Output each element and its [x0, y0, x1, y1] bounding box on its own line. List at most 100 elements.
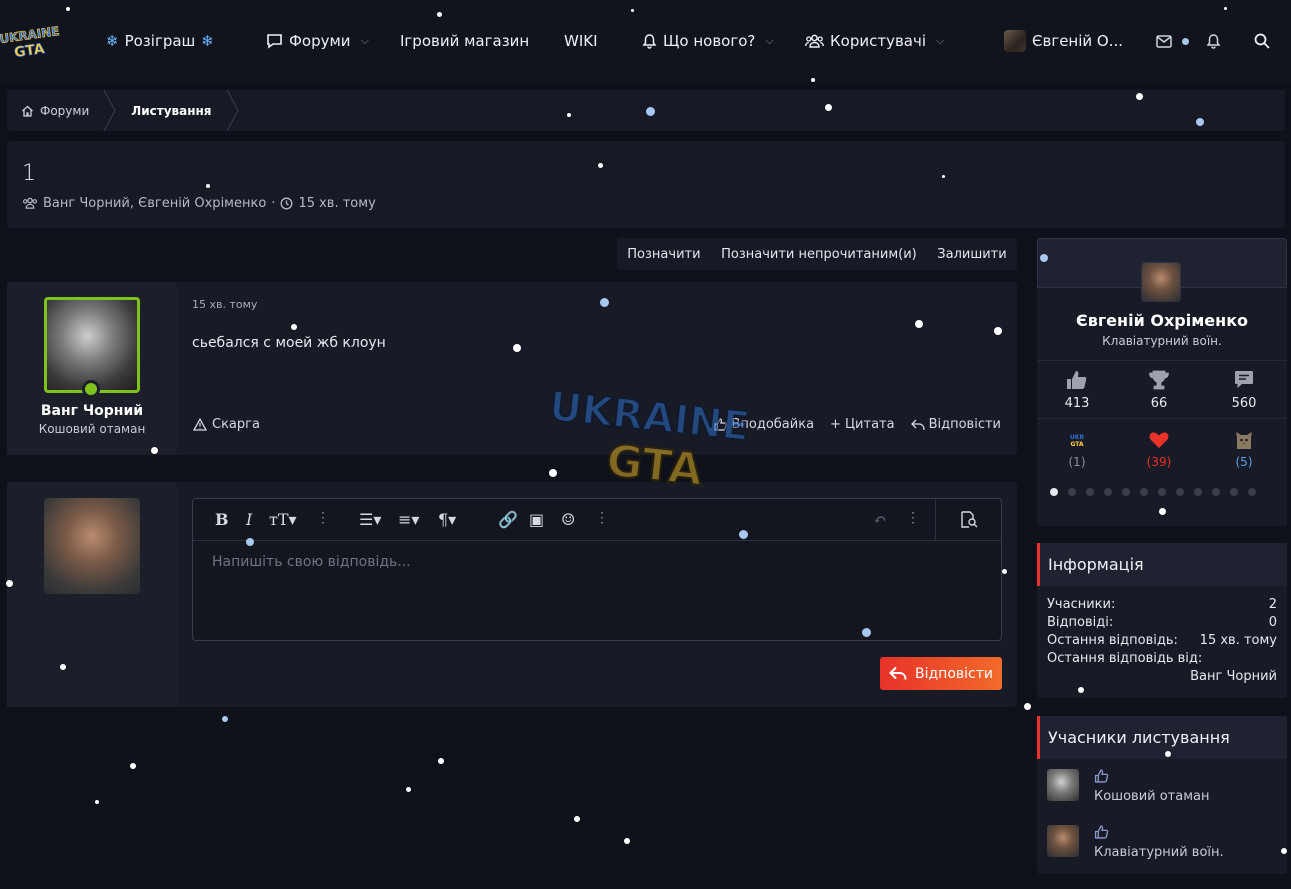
nav-shop[interactable]: Ігровий магазин	[400, 31, 529, 51]
avatar[interactable]	[44, 498, 140, 594]
submit-reply-button[interactable]: Відповісти	[880, 657, 1002, 690]
member-card: Євгеній Охріменко Клавіатурний воїн. 413…	[1037, 238, 1287, 526]
paragraph-icon[interactable]: ¶▾	[438, 510, 456, 529]
reply-textarea[interactable]: Напишіть свою відповідь...	[212, 554, 411, 570]
carousel-dot[interactable]	[1248, 488, 1256, 496]
profile-name[interactable]: Євгеній Охріменко	[1037, 311, 1287, 330]
users-icon	[805, 34, 824, 48]
avatar[interactable]	[44, 297, 140, 393]
account-menu[interactable]: Євгеній О...	[1004, 30, 1123, 52]
nav-forums[interactable]: Форуми ⌵	[266, 31, 369, 51]
like-label: Вподобайка	[731, 417, 815, 432]
avatar[interactable]	[1141, 262, 1181, 302]
alerts-button[interactable]	[1203, 31, 1223, 51]
info-value: 0	[1268, 615, 1277, 630]
carousel-dot[interactable]	[1140, 488, 1148, 496]
snowflake-particle	[222, 716, 228, 722]
message-icon	[1214, 370, 1274, 392]
info-label: Учасники:	[1047, 597, 1116, 612]
stat-trophies-value: 66	[1150, 396, 1168, 411]
info-heading: Інформація	[1037, 543, 1287, 586]
link-icon[interactable]: 🔗	[498, 510, 518, 529]
cat-reaction-icon	[1214, 431, 1274, 451]
font-size-icon[interactable]: тT▾	[269, 510, 297, 529]
mark-button[interactable]: Позначити	[627, 247, 700, 262]
info-row: Ванг Чорний	[1047, 669, 1277, 684]
svg-text:GTA: GTA	[13, 41, 46, 61]
snowflake-particle	[624, 838, 630, 844]
carousel-dot[interactable]	[1212, 488, 1220, 496]
leave-button[interactable]: Залишити	[937, 247, 1006, 262]
nav-giveaway-label: Розіграш	[124, 32, 196, 50]
reaction-heart-count: (39)	[1146, 455, 1172, 469]
undo-icon[interactable]: ↶	[873, 510, 886, 529]
reaction-ukraine-gta[interactable]: UKR GTA (1)	[1047, 431, 1107, 469]
list-icon[interactable]: ☰▾	[359, 510, 381, 529]
mark-unread-button[interactable]: Позначити непрочитаним(и)	[721, 247, 917, 262]
submit-reply-label: Відповісти	[915, 665, 993, 682]
reaction-cat[interactable]: (5)	[1214, 431, 1274, 469]
carousel-dot[interactable]	[1050, 488, 1058, 496]
top-navigation: UKRAINE GTA ❄ Розіграш ❄ Форуми ⌵ Ігрови…	[0, 0, 1291, 82]
nav-giveaway[interactable]: ❄ Розіграш ❄	[106, 31, 214, 51]
carousel-dot[interactable]	[1230, 488, 1238, 496]
carousel-dot[interactable]	[1194, 488, 1202, 496]
carousel-dot[interactable]	[1122, 488, 1130, 496]
info-row: Відповіді: 0	[1047, 615, 1277, 630]
info-label: Остання відповідь:	[1047, 633, 1178, 648]
image-icon[interactable]: ▣	[529, 510, 544, 529]
conversation-actions: Позначити Позначити непрочитаним(и) Зали…	[617, 238, 1017, 270]
quote-button[interactable]: + Цитата	[830, 417, 895, 432]
carousel-dot[interactable]	[1176, 488, 1184, 496]
list-item[interactable]: Кошовий отаман	[1047, 769, 1282, 804]
like-button[interactable]: Вподобайка	[714, 417, 814, 432]
bell-icon	[1206, 34, 1220, 49]
breadcrumb-home-label: Форуми	[40, 103, 90, 118]
align-icon[interactable]: ≡▾	[398, 510, 419, 529]
snowflake-particle	[549, 469, 557, 477]
thumbs-up-icon	[1094, 825, 1109, 839]
nav-shop-label: Ігровий магазин	[400, 32, 530, 50]
inbox-button[interactable]	[1154, 31, 1174, 51]
avatar[interactable]	[1047, 825, 1079, 857]
clock-icon	[280, 197, 293, 210]
carousel-dot[interactable]	[1068, 488, 1076, 496]
italic-icon[interactable]: I	[246, 510, 252, 529]
nav-users[interactable]: Користувачі ⌵	[805, 31, 944, 51]
reply-button[interactable]: Відповісти	[910, 417, 1001, 432]
quote-label: Цитата	[844, 417, 895, 432]
carousel-dot[interactable]	[1086, 488, 1094, 496]
list-item[interactable]: Клавіатурний воїн.	[1047, 825, 1282, 860]
search-icon	[1254, 33, 1270, 49]
message-body: сьебался с моей жб клоун	[192, 335, 386, 351]
bold-icon[interactable]: B	[215, 510, 229, 529]
preview-button[interactable]	[935, 499, 1001, 540]
thread-participants[interactable]: Ванг Чорний, Євгеній Охріменко	[43, 196, 266, 211]
participant-title: Клавіатурний воїн.	[1094, 845, 1224, 860]
report-button[interactable]: Скарга	[193, 417, 260, 432]
message-username[interactable]: Ванг Чорний	[7, 403, 177, 419]
site-logo[interactable]: UKRAINE GTA	[0, 22, 61, 64]
reaction-ukraine-gta-count: (1)	[1068, 455, 1086, 469]
message-time[interactable]: 15 хв. тому	[192, 298, 257, 311]
info-row: Остання відповідь: 15 хв. тому	[1047, 633, 1277, 648]
more-options-icon[interactable]: ⋮	[316, 510, 330, 526]
chat-bubble-icon	[267, 34, 282, 49]
more-options-icon[interactable]: ⋮	[595, 510, 609, 526]
chevron-down-icon: ⌵	[360, 34, 369, 47]
breadcrumb-current[interactable]: Листування	[117, 90, 225, 131]
avatar[interactable]	[1047, 769, 1079, 801]
last-reply-by[interactable]: Ванг Чорний	[1190, 669, 1277, 684]
smiley-icon[interactable]: ☺	[561, 510, 575, 529]
nav-whats-new[interactable]: Що нового? ⌵	[642, 31, 774, 51]
breadcrumb-home[interactable]: Форуми	[7, 90, 103, 131]
plus-icon: +	[830, 417, 841, 432]
stat-likes-value: 413	[1064, 396, 1090, 411]
carousel-dot[interactable]	[1158, 488, 1166, 496]
carousel-dot[interactable]	[1104, 488, 1112, 496]
divider	[1037, 360, 1287, 361]
nav-wiki[interactable]: WIKI	[564, 31, 598, 51]
search-button[interactable]	[1252, 31, 1272, 51]
more-options-icon[interactable]: ⋮	[906, 510, 920, 526]
reaction-heart[interactable]: (39)	[1129, 431, 1189, 469]
